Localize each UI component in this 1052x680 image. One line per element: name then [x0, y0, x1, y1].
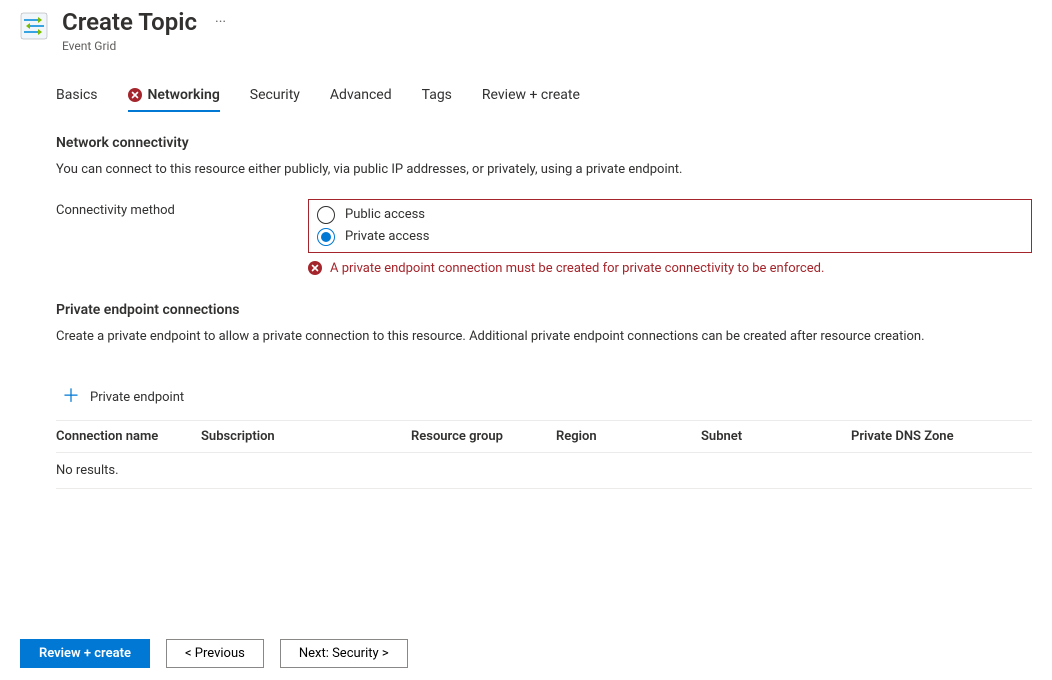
tab-basics[interactable]: Basics — [56, 81, 98, 112]
col-connection-name: Connection name — [56, 429, 201, 444]
pe-table-body: No results. — [56, 453, 1032, 489]
col-private-dns-zone: Private DNS Zone — [851, 429, 1032, 444]
network-connectivity-description: You can connect to this resource either … — [56, 161, 1032, 179]
error-icon — [308, 261, 322, 275]
wizard-tabs: Basics Networking Security Advanced Tags… — [56, 81, 1052, 113]
error-icon — [128, 88, 142, 102]
col-subnet: Subnet — [701, 429, 851, 444]
network-connectivity-title: Network connectivity — [56, 135, 1032, 151]
next-button[interactable]: Next: Security > — [280, 639, 408, 668]
plus-icon: ＋ — [62, 388, 80, 406]
tab-security[interactable]: Security — [250, 81, 300, 112]
validation-message: A private endpoint connection must be cr… — [308, 261, 1032, 276]
col-resource-group: Resource group — [411, 429, 556, 444]
private-endpoint-description: Create a private endpoint to allow a pri… — [56, 328, 1032, 346]
connectivity-radio-group: Public access Private access — [308, 199, 1032, 253]
tab-review[interactable]: Review + create — [482, 81, 580, 112]
page-title: Create Topic — [62, 8, 197, 37]
pe-table-header: Connection name Subscription Resource gr… — [56, 420, 1032, 453]
tab-networking[interactable]: Networking — [128, 81, 220, 112]
event-grid-icon — [20, 12, 48, 40]
tab-tags[interactable]: Tags — [422, 81, 452, 112]
radio-circle-icon — [317, 206, 335, 224]
col-subscription: Subscription — [201, 429, 411, 444]
tab-networking-label: Networking — [148, 87, 220, 103]
radio-public-access-label: Public access — [345, 207, 425, 222]
radio-public-access[interactable]: Public access — [317, 204, 1023, 226]
radio-private-access-label: Private access — [345, 229, 429, 244]
page-subtitle: Event Grid — [62, 39, 197, 53]
private-endpoint-title: Private endpoint connections — [56, 302, 1032, 318]
validation-text: A private endpoint connection must be cr… — [330, 261, 824, 276]
radio-private-access[interactable]: Private access — [317, 226, 1023, 248]
pe-empty-state: No results. — [56, 463, 1032, 478]
add-private-endpoint-button[interactable]: ＋ Private endpoint — [56, 380, 190, 414]
radio-circle-selected-icon — [317, 228, 335, 246]
review-create-button[interactable]: Review + create — [20, 639, 150, 668]
tab-advanced[interactable]: Advanced — [330, 81, 392, 112]
more-menu[interactable]: ··· — [211, 8, 230, 36]
previous-button[interactable]: < Previous — [166, 639, 264, 668]
connectivity-method-label: Connectivity method — [56, 199, 308, 218]
col-region: Region — [556, 429, 701, 444]
add-private-endpoint-label: Private endpoint — [90, 390, 184, 405]
